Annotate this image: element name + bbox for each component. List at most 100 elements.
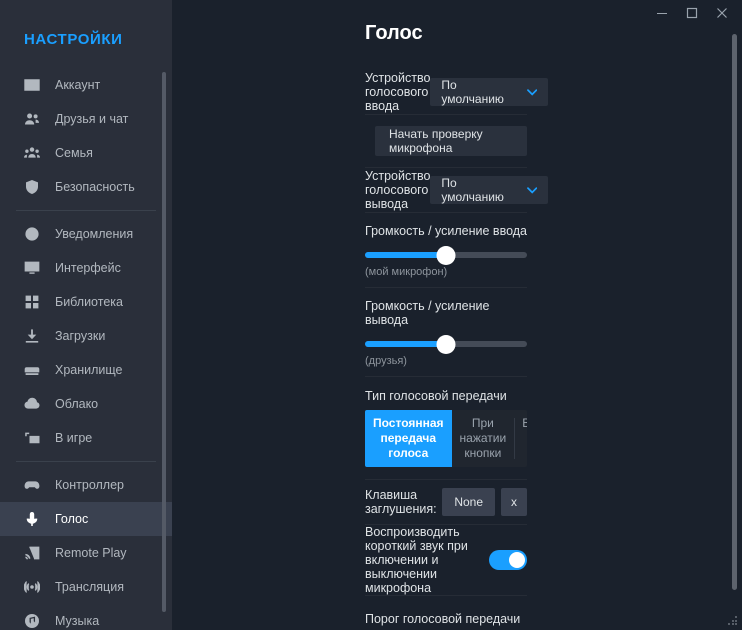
cast-icon xyxy=(22,543,42,563)
sidebar-item-8[interactable]: Загрузки xyxy=(0,319,172,353)
sidebar-item-label: Безопасность xyxy=(55,180,135,194)
row-input-volume: Громкость / усиление ввода (мой микрофон… xyxy=(365,213,527,288)
row-output-device: Устройство голосового вывода По умолчани… xyxy=(365,168,549,213)
sidebar-item-label: Облако xyxy=(55,397,99,411)
sidebar-item-14[interactable]: Remote Play xyxy=(0,536,172,570)
minimize-button[interactable] xyxy=(648,2,676,24)
sidebar-item-1[interactable]: Аккаунт xyxy=(0,68,172,102)
row-transmission-type: Тип голосовой передачи Постоянная переда… xyxy=(365,377,527,480)
sidebar: НАСТРОЙКИ Аккаунт Друзья и чат Семья Безопа… xyxy=(0,0,172,630)
output-device-label: Устройство голосового вывода xyxy=(365,169,431,211)
cloud-icon xyxy=(22,394,42,414)
input-device-dropdown[interactable]: По умолчанию xyxy=(430,78,549,106)
sidebar-item-label: Библиотека xyxy=(55,295,123,309)
transmission-option-1[interactable]: Постоянная передача голоса xyxy=(365,410,452,467)
music-note-icon xyxy=(22,611,42,630)
transmission-option-3[interactable]: Выключение звука при нажатии xyxy=(514,410,527,467)
main-scrollbar[interactable] xyxy=(732,34,737,590)
input-volume-thumb[interactable] xyxy=(436,245,456,265)
chevron-down-icon xyxy=(527,186,538,194)
row-output-volume: Громкость / усиление вывода (друзья) xyxy=(365,288,527,377)
row-input-device: Устройство голосового ввода По умолчанию xyxy=(365,70,549,115)
row-mute-key: Клавиша заглушения: None x xyxy=(365,480,527,525)
maximize-button[interactable] xyxy=(678,2,706,24)
sidebar-item-16[interactable]: Музыка xyxy=(0,604,172,630)
toggle-knob xyxy=(509,552,525,568)
sidebar-item-label: Хранилище xyxy=(55,363,123,377)
sidebar-item-label: В игре xyxy=(55,431,93,445)
threshold-label: Порог голосовой передачи xyxy=(365,612,521,626)
settings-content: Устройство голосового ввода По умолчанию… xyxy=(172,70,742,630)
transmission-option-label: При нажатии кнопки xyxy=(459,416,507,460)
sidebar-divider xyxy=(16,461,156,462)
output-volume-slider[interactable] xyxy=(365,334,527,354)
in-game-icon xyxy=(22,428,42,448)
input-device-label: Устройство голосового ввода xyxy=(365,71,431,113)
close-icon xyxy=(717,8,727,18)
mute-key-value-button[interactable]: None xyxy=(442,488,495,516)
window-titlebar xyxy=(172,0,742,26)
maximize-icon xyxy=(686,7,698,19)
start-mic-test-button[interactable]: Начать проверку микрофона xyxy=(375,126,527,156)
sidebar-item-label: Музыка xyxy=(55,614,100,628)
input-volume-fill xyxy=(365,252,446,258)
mute-key-label: Клавиша заглушения: xyxy=(365,488,437,516)
sidebar-item-5[interactable]: Уведомления xyxy=(0,217,172,251)
row-threshold: Порог голосовой передачи xyxy=(365,596,527,626)
sidebar-item-13[interactable]: Голос xyxy=(0,502,172,536)
account-card-icon xyxy=(22,75,42,95)
sidebar-item-15[interactable]: Трансляция xyxy=(0,570,172,604)
sidebar-title: НАСТРОЙКИ xyxy=(24,31,123,48)
mic-sound-toggle[interactable] xyxy=(489,550,527,570)
friends-icon xyxy=(22,109,42,129)
shield-icon xyxy=(22,177,42,197)
sidebar-item-3[interactable]: Семья xyxy=(0,136,172,170)
mic-sound-label: Воспроизводить короткий звук при включен… xyxy=(365,525,468,595)
input-volume-slider[interactable] xyxy=(365,245,527,265)
sidebar-item-label: Аккаунт xyxy=(55,78,101,92)
resize-grip[interactable] xyxy=(728,616,738,626)
sidebar-item-label: Remote Play xyxy=(55,546,127,560)
transmission-option-2[interactable]: При нажатии кнопки xyxy=(452,410,515,467)
main-panel: Голос Устройство голосового ввода По умо… xyxy=(172,0,742,630)
output-volume-fill xyxy=(365,341,446,347)
sidebar-item-label: Голос xyxy=(55,512,89,526)
close-button[interactable] xyxy=(708,2,736,24)
input-volume-label: Громкость / усиление ввода xyxy=(365,224,527,238)
sidebar-item-label: Трансляция xyxy=(55,580,124,594)
output-volume-label: Громкость / усиление вывода xyxy=(365,299,490,327)
drive-icon xyxy=(22,360,42,380)
sidebar-item-4[interactable]: Безопасность xyxy=(0,170,172,204)
sidebar-item-9[interactable]: Хранилище xyxy=(0,353,172,387)
steam-settings-window: НАСТРОЙКИ Аккаунт Друзья и чат Семья Безопа… xyxy=(0,0,742,630)
output-volume-thumb[interactable] xyxy=(436,334,456,354)
gamepad-icon xyxy=(22,475,42,495)
sidebar-item-12[interactable]: Контроллер xyxy=(0,468,172,502)
sidebar-item-label: Интерфейс xyxy=(55,261,121,275)
mute-key-clear-button[interactable]: x xyxy=(501,488,527,516)
family-icon xyxy=(22,143,42,163)
monitor-icon xyxy=(22,258,42,278)
transmission-type-segmented-control: Постоянная передача голоса При нажатии кн… xyxy=(365,410,527,467)
broadcast-icon xyxy=(22,577,42,597)
sidebar-nav: Аккаунт Друзья и чат Семья Безопасность Увед… xyxy=(0,68,172,630)
output-device-dropdown[interactable]: По умолчанию xyxy=(430,176,549,204)
chevron-down-icon xyxy=(527,88,538,96)
grid-icon xyxy=(22,292,42,312)
sidebar-item-label: Семья xyxy=(55,146,93,160)
transmission-option-label: Постоянная передача голоса xyxy=(373,416,444,460)
sidebar-item-11[interactable]: В игре xyxy=(0,421,172,455)
output-volume-hint: (друзья) xyxy=(365,355,407,367)
sidebar-item-2[interactable]: Друзья и чат xyxy=(0,102,172,136)
microphone-icon xyxy=(22,509,42,529)
sidebar-scrollbar[interactable] xyxy=(162,72,166,612)
sidebar-item-10[interactable]: Облако xyxy=(0,387,172,421)
page-title: Голос xyxy=(365,22,423,44)
sidebar-item-6[interactable]: Интерфейс xyxy=(0,251,172,285)
download-icon xyxy=(22,326,42,346)
sidebar-item-label: Уведомления xyxy=(55,227,134,241)
sidebar-item-7[interactable]: Библиотека xyxy=(0,285,172,319)
output-device-value: По умолчанию xyxy=(441,176,504,204)
transmission-option-label: Выключение звука при нажатии xyxy=(522,416,527,430)
transmission-type-label: Тип голосовой передачи xyxy=(365,389,507,403)
